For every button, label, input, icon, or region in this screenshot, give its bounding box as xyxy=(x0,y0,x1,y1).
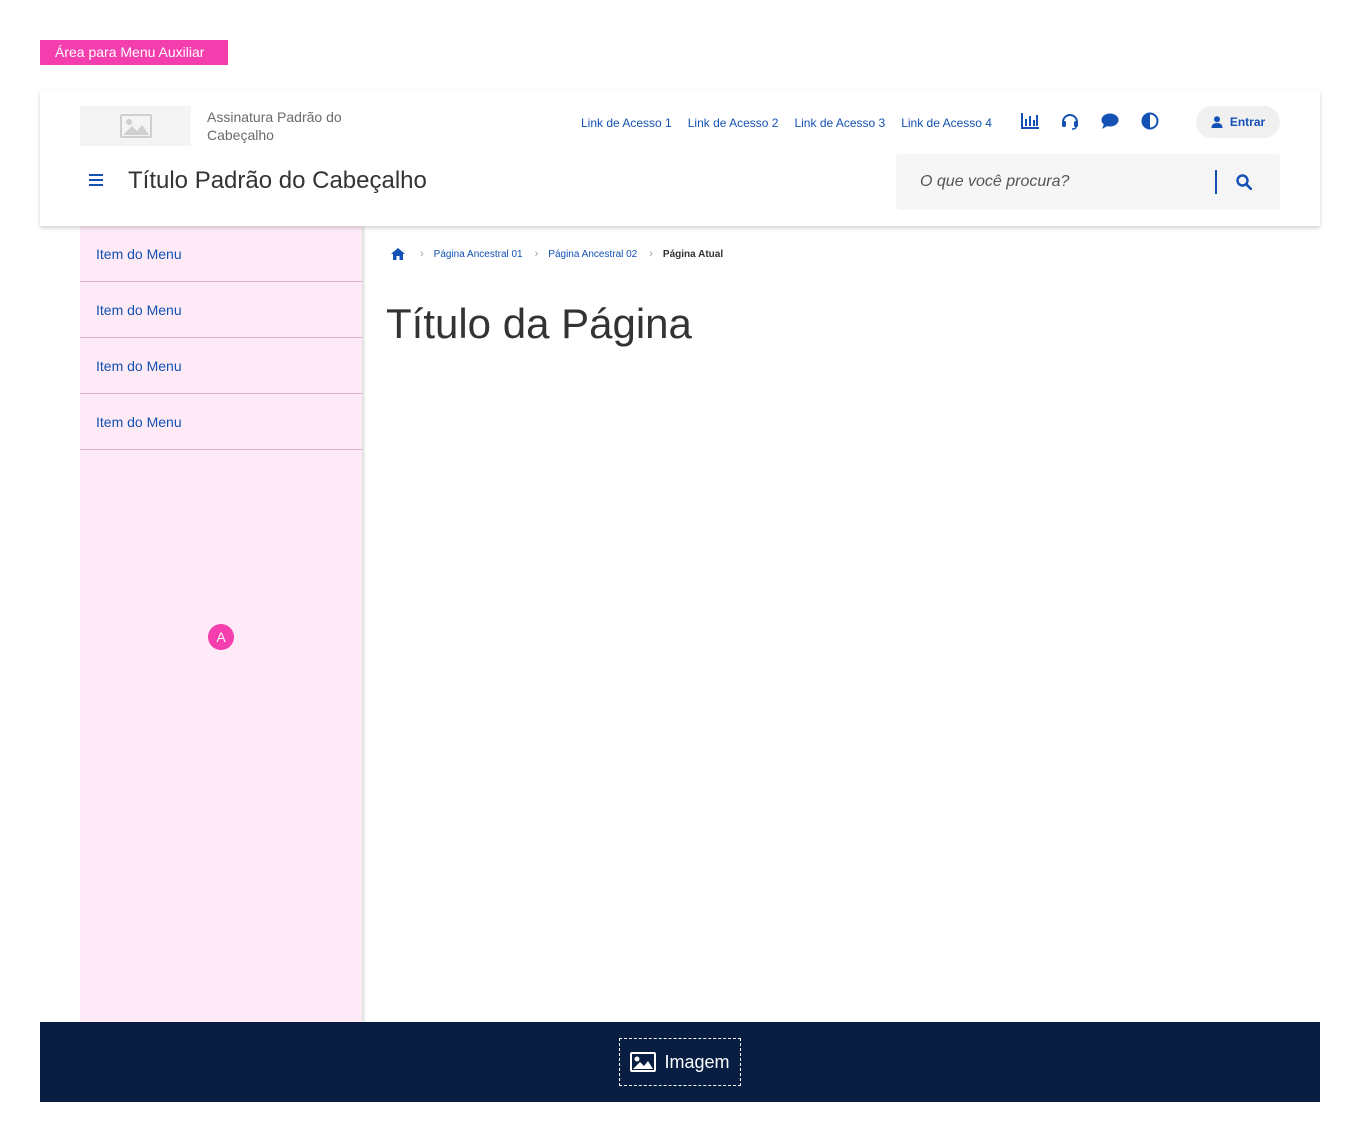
quick-link-2[interactable]: Link de Acesso 2 xyxy=(688,115,779,131)
image-icon xyxy=(630,1052,657,1072)
logo[interactable] xyxy=(80,106,191,146)
breadcrumb-ancestor-1[interactable]: Página Ancestral 01 xyxy=(434,249,523,260)
search-icon xyxy=(1236,174,1252,190)
chevron-right-icon: › xyxy=(420,248,424,260)
search-divider xyxy=(1215,170,1217,194)
quick-link-4[interactable]: Link de Acesso 4 xyxy=(901,115,992,131)
aux-menu-area: Área para Menu Auxiliar xyxy=(40,40,228,65)
user-icon xyxy=(1211,116,1223,128)
breadcrumb: › Página Ancestral 01 › Página Ancestral… xyxy=(390,246,723,262)
hamburger-icon xyxy=(89,174,103,186)
chevron-right-icon: › xyxy=(534,248,539,260)
footer-image-placeholder: Imagem xyxy=(619,1038,741,1086)
breadcrumb-ancestor-2[interactable]: Página Ancestral 02 xyxy=(548,249,637,260)
login-label: Entrar xyxy=(1229,115,1266,129)
comment-icon[interactable] xyxy=(1100,111,1120,131)
site-header: Assinatura Padrão do Cabeçalho Link de A… xyxy=(40,90,1320,226)
chevron-right-icon: › xyxy=(649,248,653,260)
headset-icon[interactable] xyxy=(1060,111,1080,131)
annotation-badge: A xyxy=(208,624,234,650)
quick-link-3[interactable]: Link de Acesso 3 xyxy=(794,115,885,131)
sidebar-item-3[interactable]: Item do Menu xyxy=(80,338,362,394)
image-icon xyxy=(119,114,152,138)
page-title: Título da Página xyxy=(386,300,692,347)
sidebar-item-4[interactable]: Item do Menu xyxy=(80,394,362,450)
search-box xyxy=(896,154,1280,210)
search-input[interactable] xyxy=(896,154,1206,210)
sidebar-menu: Item do Menu Item do Menu Item do Menu I… xyxy=(80,226,362,1023)
quick-links: Link de Acesso 1 Link de Acesso 2 Link d… xyxy=(581,115,992,131)
home-icon[interactable] xyxy=(390,246,406,262)
menu-button[interactable] xyxy=(86,170,106,190)
footer-image-label: Imagem xyxy=(664,1051,730,1072)
login-button[interactable]: Entrar xyxy=(1196,106,1280,138)
breadcrumb-current: Página Atual xyxy=(662,248,724,260)
site-footer: Imagem xyxy=(40,1022,1320,1102)
sidebar-item-2[interactable]: Item do Menu xyxy=(80,282,362,338)
chart-bar-icon[interactable] xyxy=(1020,111,1040,131)
quick-link-1[interactable]: Link de Acesso 1 xyxy=(581,115,672,131)
sidebar-item-1[interactable]: Item do Menu xyxy=(80,226,362,282)
header-signature: Assinatura Padrão do Cabeçalho xyxy=(207,109,342,143)
header-functions xyxy=(1020,111,1160,131)
search-button[interactable] xyxy=(1230,170,1258,194)
contrast-icon[interactable] xyxy=(1140,111,1160,131)
header-title: Título Padrão do Cabeçalho xyxy=(128,167,427,194)
